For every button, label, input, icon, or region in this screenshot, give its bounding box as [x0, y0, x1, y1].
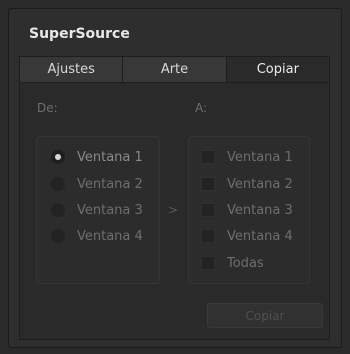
to-option-ventana-1[interactable]: Ventana 1: [201, 147, 293, 167]
copy-button[interactable]: Copiar: [207, 303, 323, 328]
to-option-ventana-2[interactable]: Ventana 2: [201, 174, 293, 194]
checkbox[interactable]: [201, 256, 215, 270]
to-label: A:: [195, 101, 208, 115]
chevron-right-icon: >: [168, 203, 179, 217]
checkbox[interactable]: [201, 150, 215, 164]
to-option-label: Ventana 3: [227, 202, 293, 218]
tab-bar: Ajustes Arte Copiar: [19, 56, 330, 83]
from-option-label: Ventana 4: [77, 228, 143, 244]
checkbox[interactable]: [201, 203, 215, 217]
checkbox[interactable]: [201, 177, 215, 191]
radio-button[interactable]: [51, 203, 65, 217]
panel-title: SuperSource: [29, 26, 130, 42]
from-option-ventana-3[interactable]: Ventana 3: [51, 200, 143, 220]
to-option-todas[interactable]: Todas: [201, 253, 264, 273]
radio-button[interactable]: [51, 177, 65, 191]
from-option-ventana-4[interactable]: Ventana 4: [51, 226, 143, 246]
to-option-ventana-4[interactable]: Ventana 4: [201, 226, 293, 246]
from-option-label: Ventana 1: [77, 149, 143, 165]
from-label: De:: [37, 101, 58, 115]
from-option-ventana-1[interactable]: Ventana 1: [51, 147, 143, 167]
radio-button[interactable]: [51, 229, 65, 243]
checkbox[interactable]: [201, 229, 215, 243]
to-option-label: Ventana 2: [227, 176, 293, 192]
to-option-label: Ventana 4: [227, 228, 293, 244]
to-option-ventana-3[interactable]: Ventana 3: [201, 200, 293, 220]
to-option-label: Todas: [227, 255, 264, 271]
tab-ajustes[interactable]: Ajustes: [20, 57, 124, 82]
radio-button-selected[interactable]: [51, 150, 65, 164]
from-option-label: Ventana 2: [77, 176, 143, 192]
to-option-label: Ventana 1: [227, 149, 293, 165]
tab-arte[interactable]: Arte: [123, 57, 227, 82]
tab-copiar[interactable]: Copiar: [226, 57, 329, 82]
from-option-ventana-2[interactable]: Ventana 2: [51, 174, 143, 194]
from-option-label: Ventana 3: [77, 202, 143, 218]
